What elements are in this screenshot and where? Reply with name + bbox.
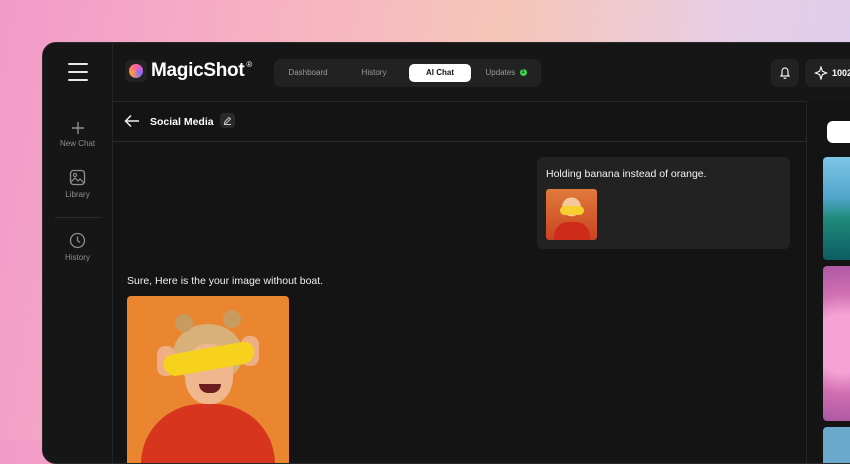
gallery-image[interactable] [823, 266, 850, 421]
left-sidebar: New Chat Library History [43, 43, 113, 463]
clock-icon [69, 232, 86, 249]
menu-icon[interactable] [68, 63, 88, 81]
sidebar-divider [55, 217, 101, 218]
assistant-message-text: Sure, Here is the your image without boa… [127, 275, 324, 287]
pencil-icon [223, 116, 232, 125]
tab-updates[interactable]: Updates 1 [476, 64, 536, 82]
chat-header: Social Media [113, 102, 806, 142]
edit-title-button[interactable] [220, 113, 235, 128]
chat-panel: Social Media Holding banana instead of o… [113, 101, 807, 463]
chat-title: Social Media [150, 116, 214, 128]
image-detail [175, 314, 193, 332]
image-detail [223, 310, 241, 328]
back-arrow-icon[interactable] [124, 114, 140, 128]
tab-ai-chat[interactable]: AI Chat [409, 64, 471, 82]
sparkle-icon [814, 66, 828, 80]
gallery-image[interactable] [823, 427, 850, 463]
gallery-image[interactable] [823, 157, 850, 260]
nav-tabs: Dashboard History AI Chat Updates 1 [274, 59, 541, 87]
sidebar-item-library[interactable]: Library [43, 169, 112, 199]
magicshot-logo-icon [125, 60, 147, 82]
gallery-panel [807, 101, 850, 463]
app-name: MagicShot [151, 60, 245, 81]
tab-dashboard[interactable]: Dashboard [278, 64, 338, 82]
tab-history[interactable]: History [344, 64, 404, 82]
tab-label: AI Chat [426, 68, 454, 77]
generated-image[interactable] [127, 296, 289, 463]
tab-label: Dashboard [288, 68, 328, 77]
notifications-button[interactable] [771, 59, 799, 87]
app-window: New Chat Library History MagicShot ® Das… [42, 42, 850, 464]
bell-icon [779, 67, 791, 79]
sidebar-item-label: History [65, 253, 90, 262]
image-detail [554, 222, 590, 240]
sidebar-item-new-chat[interactable]: New Chat [43, 121, 112, 148]
app-logo[interactable]: MagicShot ® [125, 60, 252, 82]
user-attached-image[interactable] [546, 189, 597, 240]
image-detail [141, 404, 275, 463]
registered-mark: ® [246, 59, 253, 69]
image-icon [69, 169, 86, 186]
gallery-filter-button[interactable] [827, 121, 850, 143]
user-message-text: Holding banana instead of orange. [546, 168, 707, 180]
tab-label: Updates [485, 68, 516, 77]
user-message: Holding banana instead of orange. [537, 157, 790, 249]
sidebar-item-history[interactable]: History [43, 232, 112, 262]
top-bar: MagicShot ® Dashboard History AI Chat Up… [113, 43, 850, 101]
plus-icon [71, 122, 84, 134]
tab-label: History [361, 68, 387, 77]
sidebar-item-label: New Chat [59, 139, 96, 148]
credits-count: 1002 [832, 68, 850, 78]
image-detail [560, 206, 584, 215]
credits-button[interactable]: 1002 [805, 59, 850, 87]
sidebar-item-label: Library [65, 190, 90, 199]
updates-badge: 1 [519, 69, 527, 77]
